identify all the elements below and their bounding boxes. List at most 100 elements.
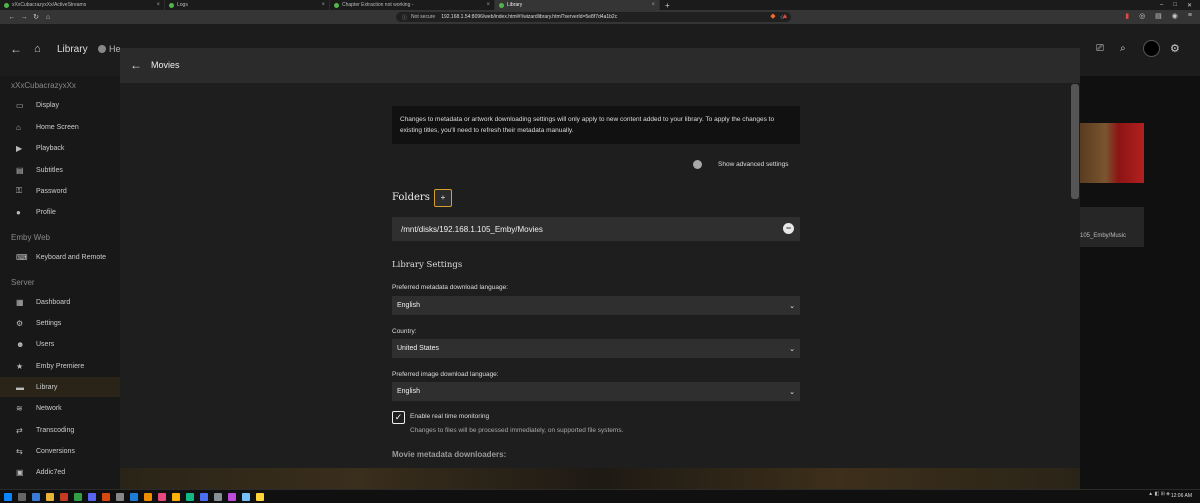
realtime-monitoring-label[interactable]: Enable real time monitoring (410, 413, 489, 420)
extension-icon[interactable]: ◎ (1139, 12, 1145, 20)
close-icon[interactable]: × (156, 2, 160, 8)
sidebar-item-users[interactable]: ☻ Users (0, 334, 120, 354)
home-icon: ⌂ (16, 122, 21, 132)
sidebar-item-keyboard-remote[interactable]: ⌨ Keyboard and Remote (0, 247, 120, 267)
browser-tab[interactable]: xXxCubacrazyxXx/ActiveStreams × (0, 0, 165, 10)
sidebar-item-label: Network (36, 404, 62, 412)
taskbar-app-icon[interactable] (242, 492, 250, 501)
system-tray[interactable]: ▲ ◧ ⊞ ◈ (1148, 491, 1170, 497)
maximize-icon[interactable]: □ (1173, 2, 1177, 9)
sidebar-username: xXxCubacrazyxXx (11, 81, 76, 90)
taskbar-clock[interactable]: 12:06 AM (1171, 493, 1192, 499)
sidebar-item-label: Addic7ed (36, 468, 66, 476)
taskbar-app-icon[interactable] (130, 492, 138, 501)
browser-toolbar: ← → ↻ ⌂ ⓘ Not secure 192.168.1.54:8096/w… (0, 10, 1200, 24)
security-label: Not secure (411, 14, 436, 20)
sidebar-item-profile[interactable]: ● Profile (0, 202, 120, 222)
sidebar-item-transcoding[interactable]: ⇄ Transcoding (0, 420, 120, 440)
close-icon[interactable]: × (486, 2, 490, 8)
realtime-monitoring-checkbox[interactable]: ✓ (392, 411, 405, 424)
sidebar-item-emby-premiere[interactable]: ★ Emby Premiere (0, 356, 120, 376)
advanced-settings-toggle[interactable] (693, 160, 702, 169)
profile-icon[interactable]: ◉ (1172, 12, 1178, 20)
sidebar-item-display[interactable]: ▭ Display (0, 95, 120, 115)
home-icon[interactable]: ⌂ (34, 43, 41, 55)
taskbar-app-icon[interactable] (172, 492, 180, 501)
sidebar-item-subtitles[interactable]: ▤ Subtitles (0, 160, 120, 180)
close-icon[interactable]: × (651, 2, 655, 8)
plugin-icon: ▣ (16, 467, 24, 477)
taskbar-app-icon[interactable] (228, 492, 236, 501)
browser-tab[interactable]: Logs × (165, 0, 330, 10)
info-icon[interactable]: ⓘ (402, 14, 407, 21)
back-arrow-icon[interactable]: ← (10, 42, 22, 56)
taskbar-app-icon[interactable] (186, 492, 194, 501)
taskbar-app-icon[interactable] (74, 492, 82, 501)
sidebar-item-dashboard[interactable]: ▦ Dashboard (0, 292, 120, 312)
subtitles-icon: ▤ (16, 165, 24, 175)
realtime-monitoring-help: Changes to files will be processed immed… (410, 427, 624, 434)
taskbar-app-icon[interactable] (256, 492, 264, 501)
taskbar-app-icon[interactable] (200, 492, 208, 501)
sidebar-item-label: Subtitles (36, 166, 63, 174)
extension-icon[interactable]: ▮ (1125, 12, 1129, 20)
dialog-scrollbar-thumb[interactable] (1071, 84, 1079, 199)
sidebar: xXxCubacrazyxXx ▭ Display ⌂ Home Screen ▶ P… (0, 76, 120, 489)
new-tab-icon[interactable]: + (660, 1, 675, 10)
advanced-settings-label[interactable]: Show advanced settings (718, 161, 788, 168)
window-controls: – □ ✕ (1160, 2, 1200, 9)
home-icon[interactable]: ⌂ (42, 14, 54, 21)
country-select[interactable]: United States ⌄ (392, 339, 800, 358)
back-arrow-icon[interactable]: ← (6, 14, 18, 21)
avatar[interactable] (1143, 40, 1160, 57)
sidebar-item-conversions[interactable]: ⇆ Conversions (0, 441, 120, 461)
brave-shield-icon[interactable]: ◆ (768, 12, 778, 22)
tab-label: Chapter Extraction not working - (342, 2, 414, 8)
folder-row[interactable]: /mnt/disks/192.168.1.105_Emby/Movies (392, 217, 800, 241)
sidebar-item-settings[interactable]: ⚙ Settings (0, 313, 120, 333)
sidebar-item-addic7ed[interactable]: ▣ Addic7ed (0, 462, 120, 482)
metadata-language-select[interactable]: English ⌄ (392, 296, 800, 315)
close-icon[interactable]: × (321, 2, 325, 8)
taskbar-app-icon[interactable] (32, 492, 40, 501)
browser-tab[interactable]: Chapter Extraction not working - × (330, 0, 495, 10)
search-icon[interactable]: ⌕ (1120, 43, 1126, 54)
forward-arrow-icon[interactable]: → (18, 14, 30, 21)
windows-start-icon[interactable] (4, 492, 12, 501)
menu-icon[interactable]: ≡ (1188, 12, 1192, 20)
close-window-icon[interactable]: ✕ (1187, 2, 1192, 9)
background-album-art (1080, 123, 1144, 183)
taskbar-app-icon[interactable] (116, 492, 124, 501)
sidebar-item-network[interactable]: ≋ Network (0, 398, 120, 418)
remove-folder-icon[interactable]: − (783, 223, 794, 234)
taskbar-app-icon[interactable] (88, 492, 96, 501)
browser-tab-active[interactable]: Library × (495, 0, 660, 10)
extension-icon[interactable]: ▤ (1155, 12, 1162, 20)
taskbar-app-icon[interactable] (144, 492, 152, 501)
sidebar-item-playback[interactable]: ▶ Playback (0, 138, 120, 158)
sidebar-item-password[interactable]: ⚿ Password (0, 181, 120, 201)
browser-tab-bar: xXxCubacrazyxXx/ActiveStreams × Logs × Cha… (0, 0, 1200, 10)
address-bar[interactable]: ⓘ Not secure 192.168.1.54:8096/web/index… (396, 12, 791, 22)
network-icon[interactable]: ▲ ◧ ⊞ ◈ (1148, 491, 1170, 497)
sidebar-item-label: Dashboard (36, 298, 71, 306)
taskbar-app-icon[interactable] (102, 492, 110, 501)
rewards-icon[interactable]: ▲ (780, 12, 790, 22)
help-icon[interactable] (98, 45, 106, 53)
reload-icon[interactable]: ↻ (30, 13, 42, 21)
url-text[interactable]: 192.168.1.54:8096/web/index.html#!/wizar… (441, 14, 617, 20)
background-library-card[interactable]: 105_Emby/Music (1080, 207, 1144, 247)
sidebar-item-home-screen[interactable]: ⌂ Home Screen (0, 117, 120, 137)
minimize-icon[interactable]: – (1160, 2, 1163, 9)
taskbar-app-icon[interactable] (60, 492, 68, 501)
back-arrow-icon[interactable]: ← (130, 58, 142, 72)
image-language-select[interactable]: English ⌄ (392, 382, 800, 401)
sidebar-item-library[interactable]: ▬ Library (0, 377, 120, 397)
taskbar-app-icon[interactable] (46, 492, 54, 501)
taskbar-app-icon[interactable] (18, 492, 26, 501)
taskbar-app-icon[interactable] (214, 492, 222, 501)
cast-icon[interactable]: ⎚ (1096, 43, 1104, 54)
add-folder-button[interactable]: + (434, 189, 452, 207)
gear-icon[interactable]: ⚙ (1170, 42, 1180, 55)
taskbar-app-icon[interactable] (158, 492, 166, 501)
